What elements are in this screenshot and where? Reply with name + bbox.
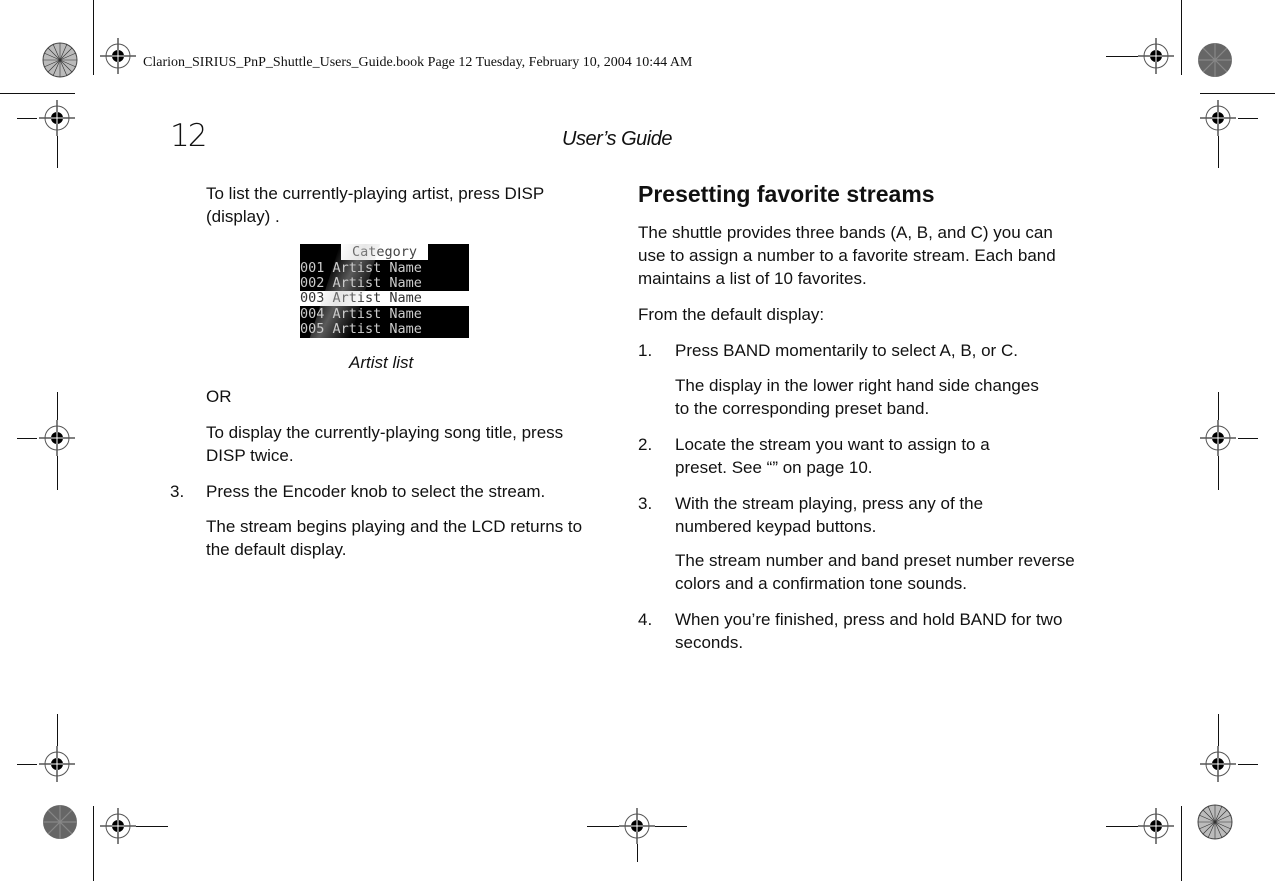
crop-mark <box>93 806 94 881</box>
step-text: Press BAND momentarily to select A, B, o… <box>675 341 1018 360</box>
from-default-text: From the default display: <box>638 305 825 324</box>
step-text: When you’re finished, press and hold BAN… <box>675 610 1063 652</box>
crop-mark <box>1218 714 1219 746</box>
registration-target-icon <box>1138 808 1174 844</box>
step-text: Press the Encoder knob to select the str… <box>206 482 546 501</box>
registration-target-icon <box>1200 100 1236 136</box>
crop-mark <box>1218 136 1219 168</box>
crop-mark <box>1106 56 1138 57</box>
section-intro: The shuttle provides three bands (A, B, … <box>638 223 1056 288</box>
crop-mark <box>1238 438 1258 439</box>
crop-mark <box>1238 764 1258 765</box>
step-result: The stream begins playing and the LCD re… <box>206 517 583 559</box>
crop-mark <box>57 136 58 168</box>
step-number: 4. <box>638 610 653 629</box>
crop-mark <box>17 764 37 765</box>
section-heading: Presetting favorite streams <box>638 181 935 207</box>
running-head: User’s Guide <box>562 128 672 150</box>
figure-caption: Artist list <box>349 353 414 372</box>
song-title-paragraph: To display the currently-playing song ti… <box>206 423 564 465</box>
crop-mark <box>1238 118 1258 119</box>
crop-mark <box>1200 93 1275 94</box>
registration-target-icon <box>39 100 75 136</box>
registration-target-icon <box>39 746 75 782</box>
step-number: 3. <box>170 482 185 501</box>
crop-mark <box>0 93 75 94</box>
registration-target-icon <box>39 420 75 456</box>
intro-paragraph: To list the currently-playing artist, pr… <box>206 184 544 226</box>
lcd-row: 001 Artist Name <box>300 260 422 276</box>
crop-mark <box>1218 392 1219 420</box>
registration-target-icon <box>1200 420 1236 456</box>
crop-mark <box>637 844 638 862</box>
step-number: 2. <box>638 435 653 454</box>
crop-mark <box>17 438 37 439</box>
print-slug: Clarion_SIRIUS_PnP_Shuttle_Users_Guide.b… <box>143 55 693 70</box>
crop-mark <box>1181 0 1182 75</box>
lcd-artist-list-image: Category 001 Artist Name 002 Artist Name… <box>300 244 469 338</box>
crop-mark <box>57 456 58 490</box>
step-text: With the stream playing, press any of th… <box>675 494 984 536</box>
step-result: The stream number and band preset number… <box>675 551 1075 593</box>
crop-mark <box>93 0 94 75</box>
page-number: 12 <box>170 118 207 154</box>
starburst-mark-icon <box>1197 804 1233 840</box>
crop-mark <box>136 826 168 827</box>
crop-mark <box>655 826 687 827</box>
registration-target-icon <box>100 38 136 74</box>
registration-target-icon <box>100 808 136 844</box>
crop-mark <box>587 826 619 827</box>
crop-mark <box>1218 456 1219 490</box>
step-number: 1. <box>638 341 653 360</box>
starburst-mark-icon <box>1198 43 1232 77</box>
registration-target-icon <box>619 808 655 844</box>
crop-mark <box>57 392 58 420</box>
starburst-mark-icon <box>43 805 77 839</box>
starburst-mark-icon <box>42 42 78 78</box>
step-text: Locate the stream you want to assign to … <box>675 435 990 477</box>
step-number: 3. <box>638 494 653 513</box>
crop-mark <box>1106 826 1138 827</box>
registration-target-icon <box>1138 38 1174 74</box>
crop-mark <box>17 118 37 119</box>
crop-mark <box>1181 806 1182 881</box>
crop-mark <box>57 714 58 746</box>
or-text: OR <box>206 387 232 406</box>
step-result: The display in the lower right hand side… <box>675 376 1039 418</box>
registration-target-icon <box>1200 746 1236 782</box>
